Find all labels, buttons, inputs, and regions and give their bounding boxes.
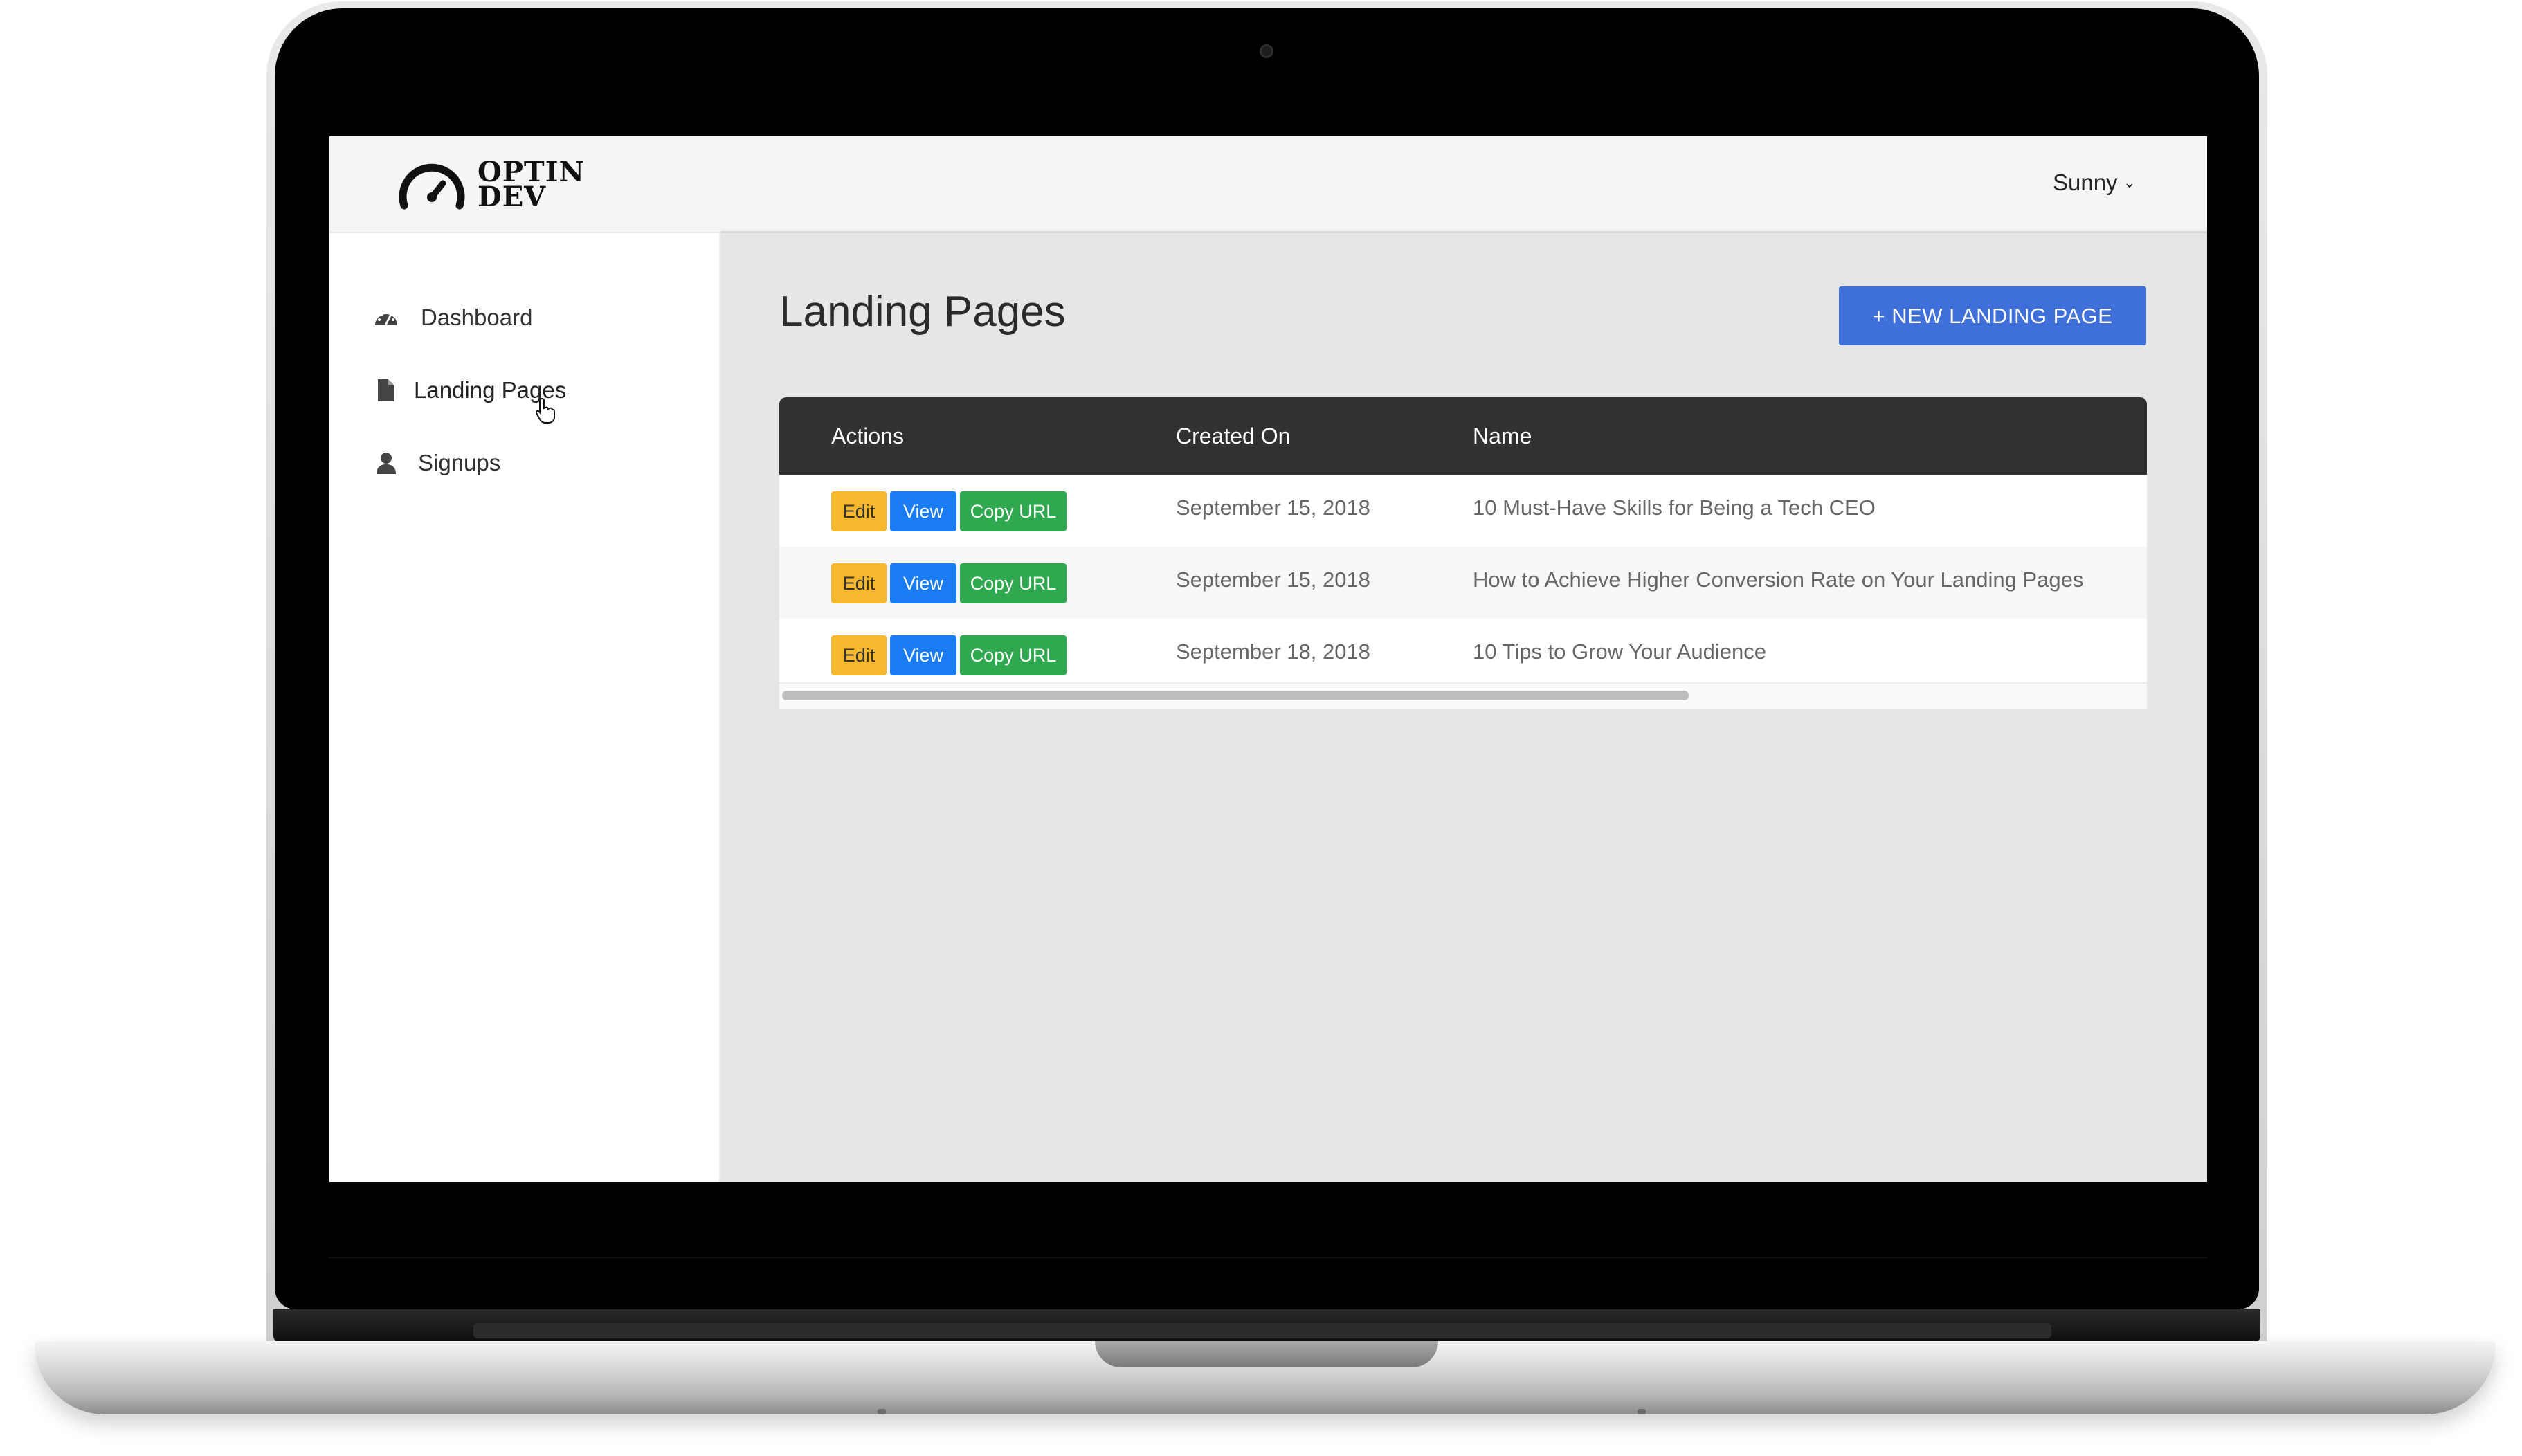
speedometer-logo-icon [399,163,465,210]
user-menu[interactable]: Sunny ⌄ [2053,170,2136,196]
laptop-mockup: OPTIN DEV Dashboard Landing Pages Signup… [0,0,2522,1456]
file-icon [372,376,400,404]
name-cell: How to Achieve Higher Conversion Rate on… [1473,567,2084,592]
sidebar-item-dashboard[interactable]: Dashboard [372,297,532,338]
camera-icon [1260,44,1273,58]
created-on-cell: September 18, 2018 [1176,639,1370,664]
screen-divider [329,1257,2207,1258]
laptop-foot [878,1409,886,1414]
user-icon [372,449,400,477]
edit-button[interactable]: Edit [831,635,887,675]
page-title: Landing Pages [779,288,1066,336]
view-button[interactable]: View [890,563,956,603]
sidebar-item-signups[interactable]: Signups [372,442,500,484]
view-button[interactable]: View [890,491,956,531]
dashboard-gauge-icon [372,304,400,331]
name-cell: 10 Must-Have Skills for Being a Tech CEO [1473,495,1876,520]
hinge-strip [473,1323,2051,1338]
table-header: Actions Created On Name [779,397,2147,475]
horizontal-scrollbar[interactable] [779,682,2147,709]
view-button[interactable]: View [890,635,956,675]
logo-area[interactable]: OPTIN DEV [329,136,720,233]
table-row: Edit View Copy URL September 15, 2018 10… [779,475,2147,547]
table-row: Edit View Copy URL September 18, 2018 10… [779,619,2147,691]
column-header-name[interactable]: Name [1473,424,1532,449]
sidebar-item-label: Dashboard [421,304,533,330]
copy-url-button[interactable]: Copy URL [960,635,1067,675]
copy-url-button[interactable]: Copy URL [960,491,1067,531]
user-name: Sunny [2052,170,2118,195]
column-header-actions[interactable]: Actions [831,424,904,449]
created-on-cell: September 15, 2018 [1176,495,1370,520]
table-row: Edit View Copy URL September 15, 2018 Ho… [779,547,2147,619]
edit-button[interactable]: Edit [831,563,887,603]
laptop-foot [1638,1409,1646,1414]
pointer-cursor-icon [536,397,555,424]
chevron-down-icon: ⌄ [2123,174,2136,191]
top-bar: Sunny ⌄ [720,136,2207,233]
edit-button[interactable]: Edit [831,491,887,531]
logo-line-2: DEV [478,181,547,213]
name-cell: 10 Tips to Grow Your Audience [1473,639,1766,664]
app-window: OPTIN DEV Dashboard Landing Pages Signup… [329,136,2207,1182]
sidebar-item-label: Signups [418,450,501,475]
column-header-created-on[interactable]: Created On [1176,424,1290,449]
created-on-cell: September 15, 2018 [1176,567,1370,592]
scrollbar-thumb[interactable] [782,691,1689,700]
laptop-notch [1095,1341,1438,1367]
landing-pages-table: Actions Created On Name Edit View Copy U… [779,397,2147,709]
new-landing-page-button[interactable]: + NEW LANDING PAGE [1839,286,2146,345]
copy-url-button[interactable]: Copy URL [960,563,1067,603]
sidebar: OPTIN DEV Dashboard Landing Pages Signup… [329,136,720,1182]
logo-text: OPTIN DEV [478,158,585,213]
